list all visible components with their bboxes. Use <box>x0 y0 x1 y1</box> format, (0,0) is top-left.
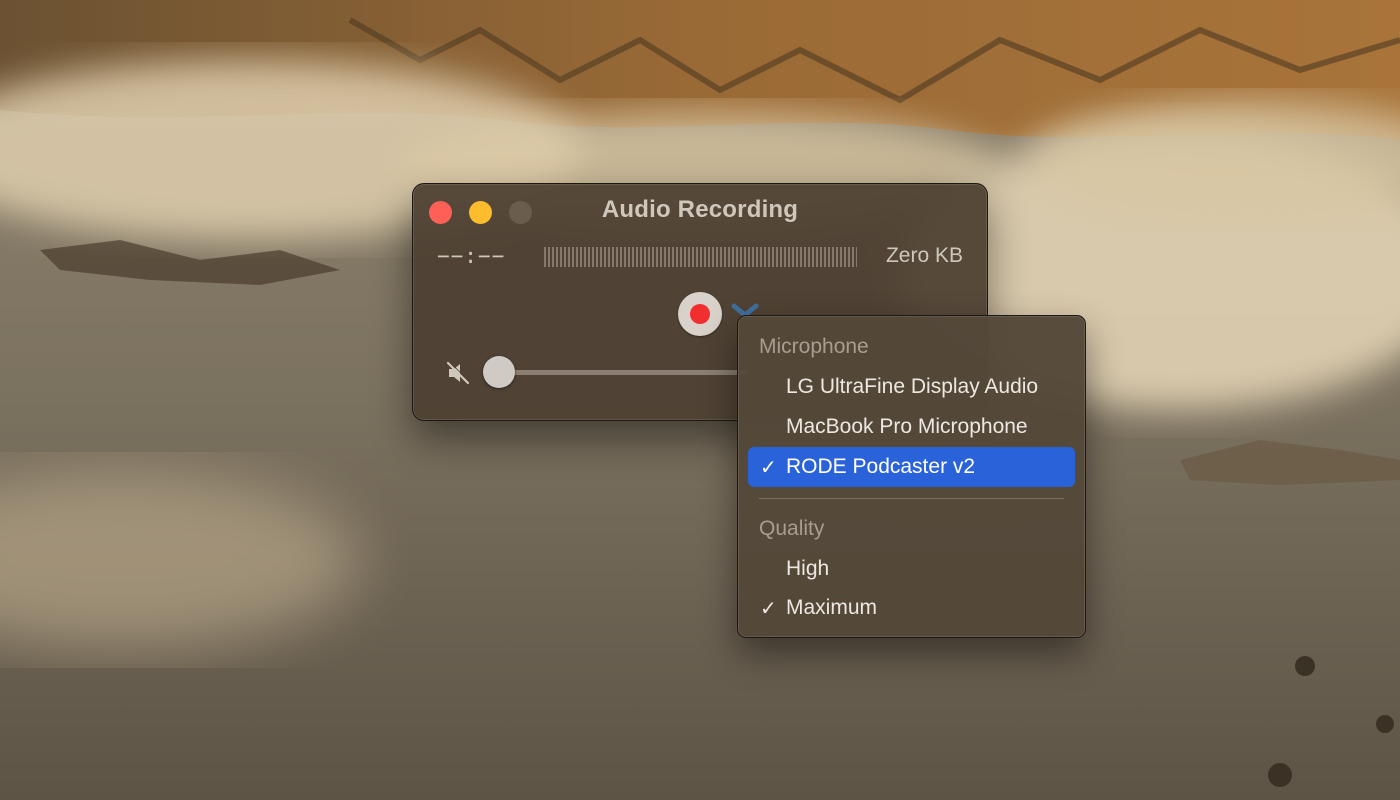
mute-icon[interactable] <box>445 360 471 386</box>
menu-item-label: Maximum <box>786 596 878 619</box>
volume-slider-track[interactable] <box>499 370 749 375</box>
menu-item-quality-high[interactable]: High <box>748 549 1075 589</box>
recording-time: −−:−− <box>437 244 506 268</box>
menu-item-rode-podcaster-v2[interactable]: ✓ RODE Podcaster v2 <box>748 447 1075 487</box>
menu-item-macbook-pro-microphone[interactable]: MacBook Pro Microphone <box>748 407 1075 447</box>
window-title: Audio Recording <box>601 196 799 223</box>
menu-separator <box>759 498 1064 499</box>
recording-options-menu: Microphone LG UltraFine Display Audio Ma… <box>737 315 1086 638</box>
checkmark-icon: ✓ <box>760 457 777 479</box>
menu-item-label: RODE Podcaster v2 <box>786 455 976 478</box>
record-icon <box>690 304 710 324</box>
file-size-label: Zero KB <box>885 244 963 267</box>
menu-item-quality-maximum[interactable]: ✓ Maximum <box>748 588 1075 628</box>
audio-level-meter <box>544 247 857 267</box>
microphone-section-header: Microphone <box>759 335 869 358</box>
menu-item-label: MacBook Pro Microphone <box>786 415 1028 438</box>
menu-item-label: LG UltraFine Display Audio <box>786 375 1039 398</box>
menu-item-lg-ultrafine-display-audio[interactable]: LG UltraFine Display Audio <box>748 367 1075 407</box>
menu-item-label: High <box>786 557 830 580</box>
quality-section-header: Quality <box>759 517 825 540</box>
volume-slider-knob[interactable] <box>483 356 515 388</box>
checkmark-icon: ✓ <box>760 598 777 620</box>
record-button[interactable] <box>678 292 722 336</box>
